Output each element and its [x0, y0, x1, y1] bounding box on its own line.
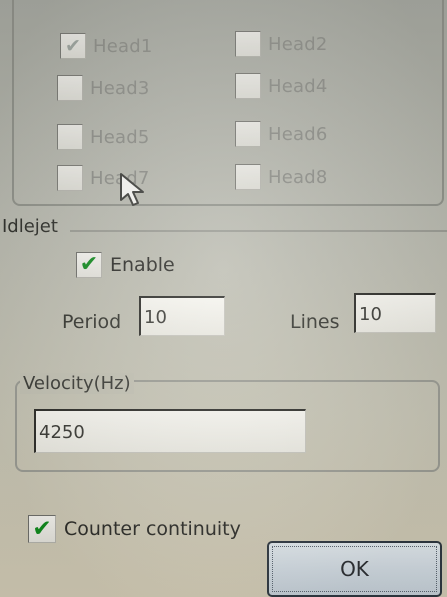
mouse-pointer-icon: [120, 173, 144, 206]
enable-check-box[interactable]: ✔: [76, 252, 102, 278]
enable-checkbox[interactable]: ✔ Enable: [76, 252, 175, 278]
head1-check-box[interactable]: ✔: [60, 33, 86, 59]
head2-check-box[interactable]: [235, 31, 261, 57]
head6-checkbox[interactable]: Head6: [235, 121, 328, 147]
velocity-input[interactable]: 4250: [34, 409, 306, 453]
settings-screen: ✔ Head1 Head2 Head3 Head4 Head5 Head6 He…: [0, 0, 447, 597]
head2-label: Head2: [268, 33, 328, 55]
ok-button[interactable]: OK: [267, 541, 442, 597]
head5-label: Head5: [90, 126, 150, 148]
check-icon: ✔: [65, 34, 81, 57]
head8-check-box[interactable]: [235, 164, 261, 190]
head3-checkbox[interactable]: Head3: [57, 75, 150, 101]
head1-label: Head1: [93, 35, 153, 57]
head3-label: Head3: [90, 77, 150, 99]
idlejet-title: Idlejet: [2, 216, 58, 237]
head7-check-box[interactable]: [57, 165, 83, 191]
counter-continuity-label: Counter continuity: [64, 518, 241, 540]
period-input[interactable]: 10: [139, 296, 225, 336]
idlejet-group-line: [70, 230, 447, 232]
enable-label: Enable: [110, 254, 175, 276]
head5-checkbox[interactable]: Head5: [57, 124, 150, 150]
counter-continuity-checkbox[interactable]: ✔ Counter continuity: [28, 515, 241, 543]
head4-checkbox[interactable]: Head4: [235, 73, 328, 99]
head6-check-box[interactable]: [235, 121, 261, 147]
period-label: Period: [62, 311, 122, 333]
counter-check-box[interactable]: ✔: [28, 515, 56, 543]
head6-label: Head6: [268, 123, 328, 145]
head5-check-box[interactable]: [57, 124, 83, 150]
head2-checkbox[interactable]: Head2: [235, 31, 328, 57]
velocity-title: Velocity(Hz): [20, 373, 134, 394]
lines-label: Lines: [290, 311, 340, 333]
head1-checkbox[interactable]: ✔ Head1: [60, 33, 153, 59]
check-icon: ✔: [32, 515, 52, 542]
check-icon: ✔: [79, 252, 99, 277]
head8-label: Head8: [268, 166, 328, 188]
head3-check-box[interactable]: [57, 75, 83, 101]
head4-label: Head4: [268, 75, 328, 97]
lines-input[interactable]: 10: [354, 293, 436, 333]
head4-check-box[interactable]: [235, 73, 261, 99]
head8-checkbox[interactable]: Head8: [235, 164, 328, 190]
